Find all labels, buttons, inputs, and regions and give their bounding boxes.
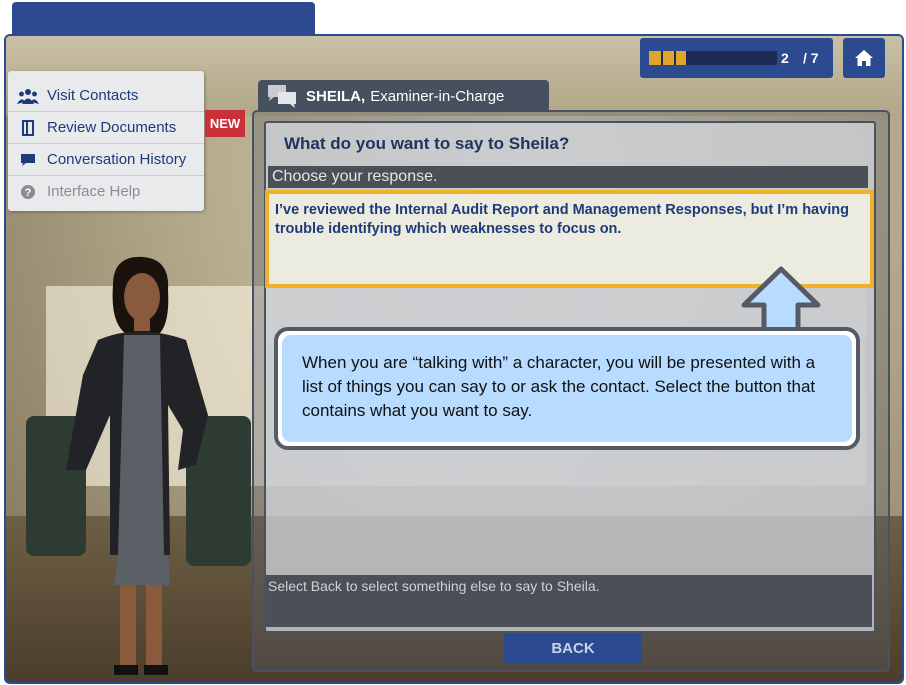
home-icon [855,50,873,66]
menu-item-label: Conversation History [47,151,187,168]
home-button[interactable] [843,38,885,78]
menu-item-interface-help[interactable]: ? Interface Help [8,176,204,207]
choose-response-bar: Choose your response. [268,166,868,188]
progress-current: 2 [781,50,789,66]
help-icon: ? [17,184,39,199]
progress-divider [661,51,663,65]
top-tab [12,2,315,38]
menu-item-label: Review Documents [47,119,177,136]
back-button[interactable]: BACK [504,633,642,663]
callout-text: When you are “talking with” a character,… [282,335,852,442]
progress-total: / 7 [803,50,819,66]
menu-item-review-documents[interactable]: Review Documents [8,112,204,144]
menu-item-label: Visit Contacts [47,87,139,104]
character-tab: SHEILA, Examiner-in-Charge [258,80,549,112]
progress-fill [649,51,686,65]
instruction-text: Select Back to select something else to … [266,575,872,627]
navigation-menu: Visit Contacts Review Documents Conversa… [8,71,204,211]
people-icon [17,88,39,104]
new-badge: NEW [205,110,245,137]
menu-item-label: Interface Help [47,183,141,200]
character-sheila [66,256,208,675]
character-name: SHEILA, [306,87,366,105]
progress-indicator: 2 / 7 [640,38,833,78]
chat-icon [17,153,39,167]
speech-bubble-icon [268,85,296,108]
document-icon [17,119,39,136]
svg-text:?: ? [25,187,32,199]
menu-item-conversation-history[interactable]: Conversation History [8,144,204,176]
character-role: Examiner-in-Charge [370,87,505,105]
dialog-question: What do you want to say to Sheila? [284,134,570,153]
progress-track [649,51,777,65]
menu-item-visit-contacts[interactable]: Visit Contacts [8,80,204,112]
progress-divider [674,51,676,65]
